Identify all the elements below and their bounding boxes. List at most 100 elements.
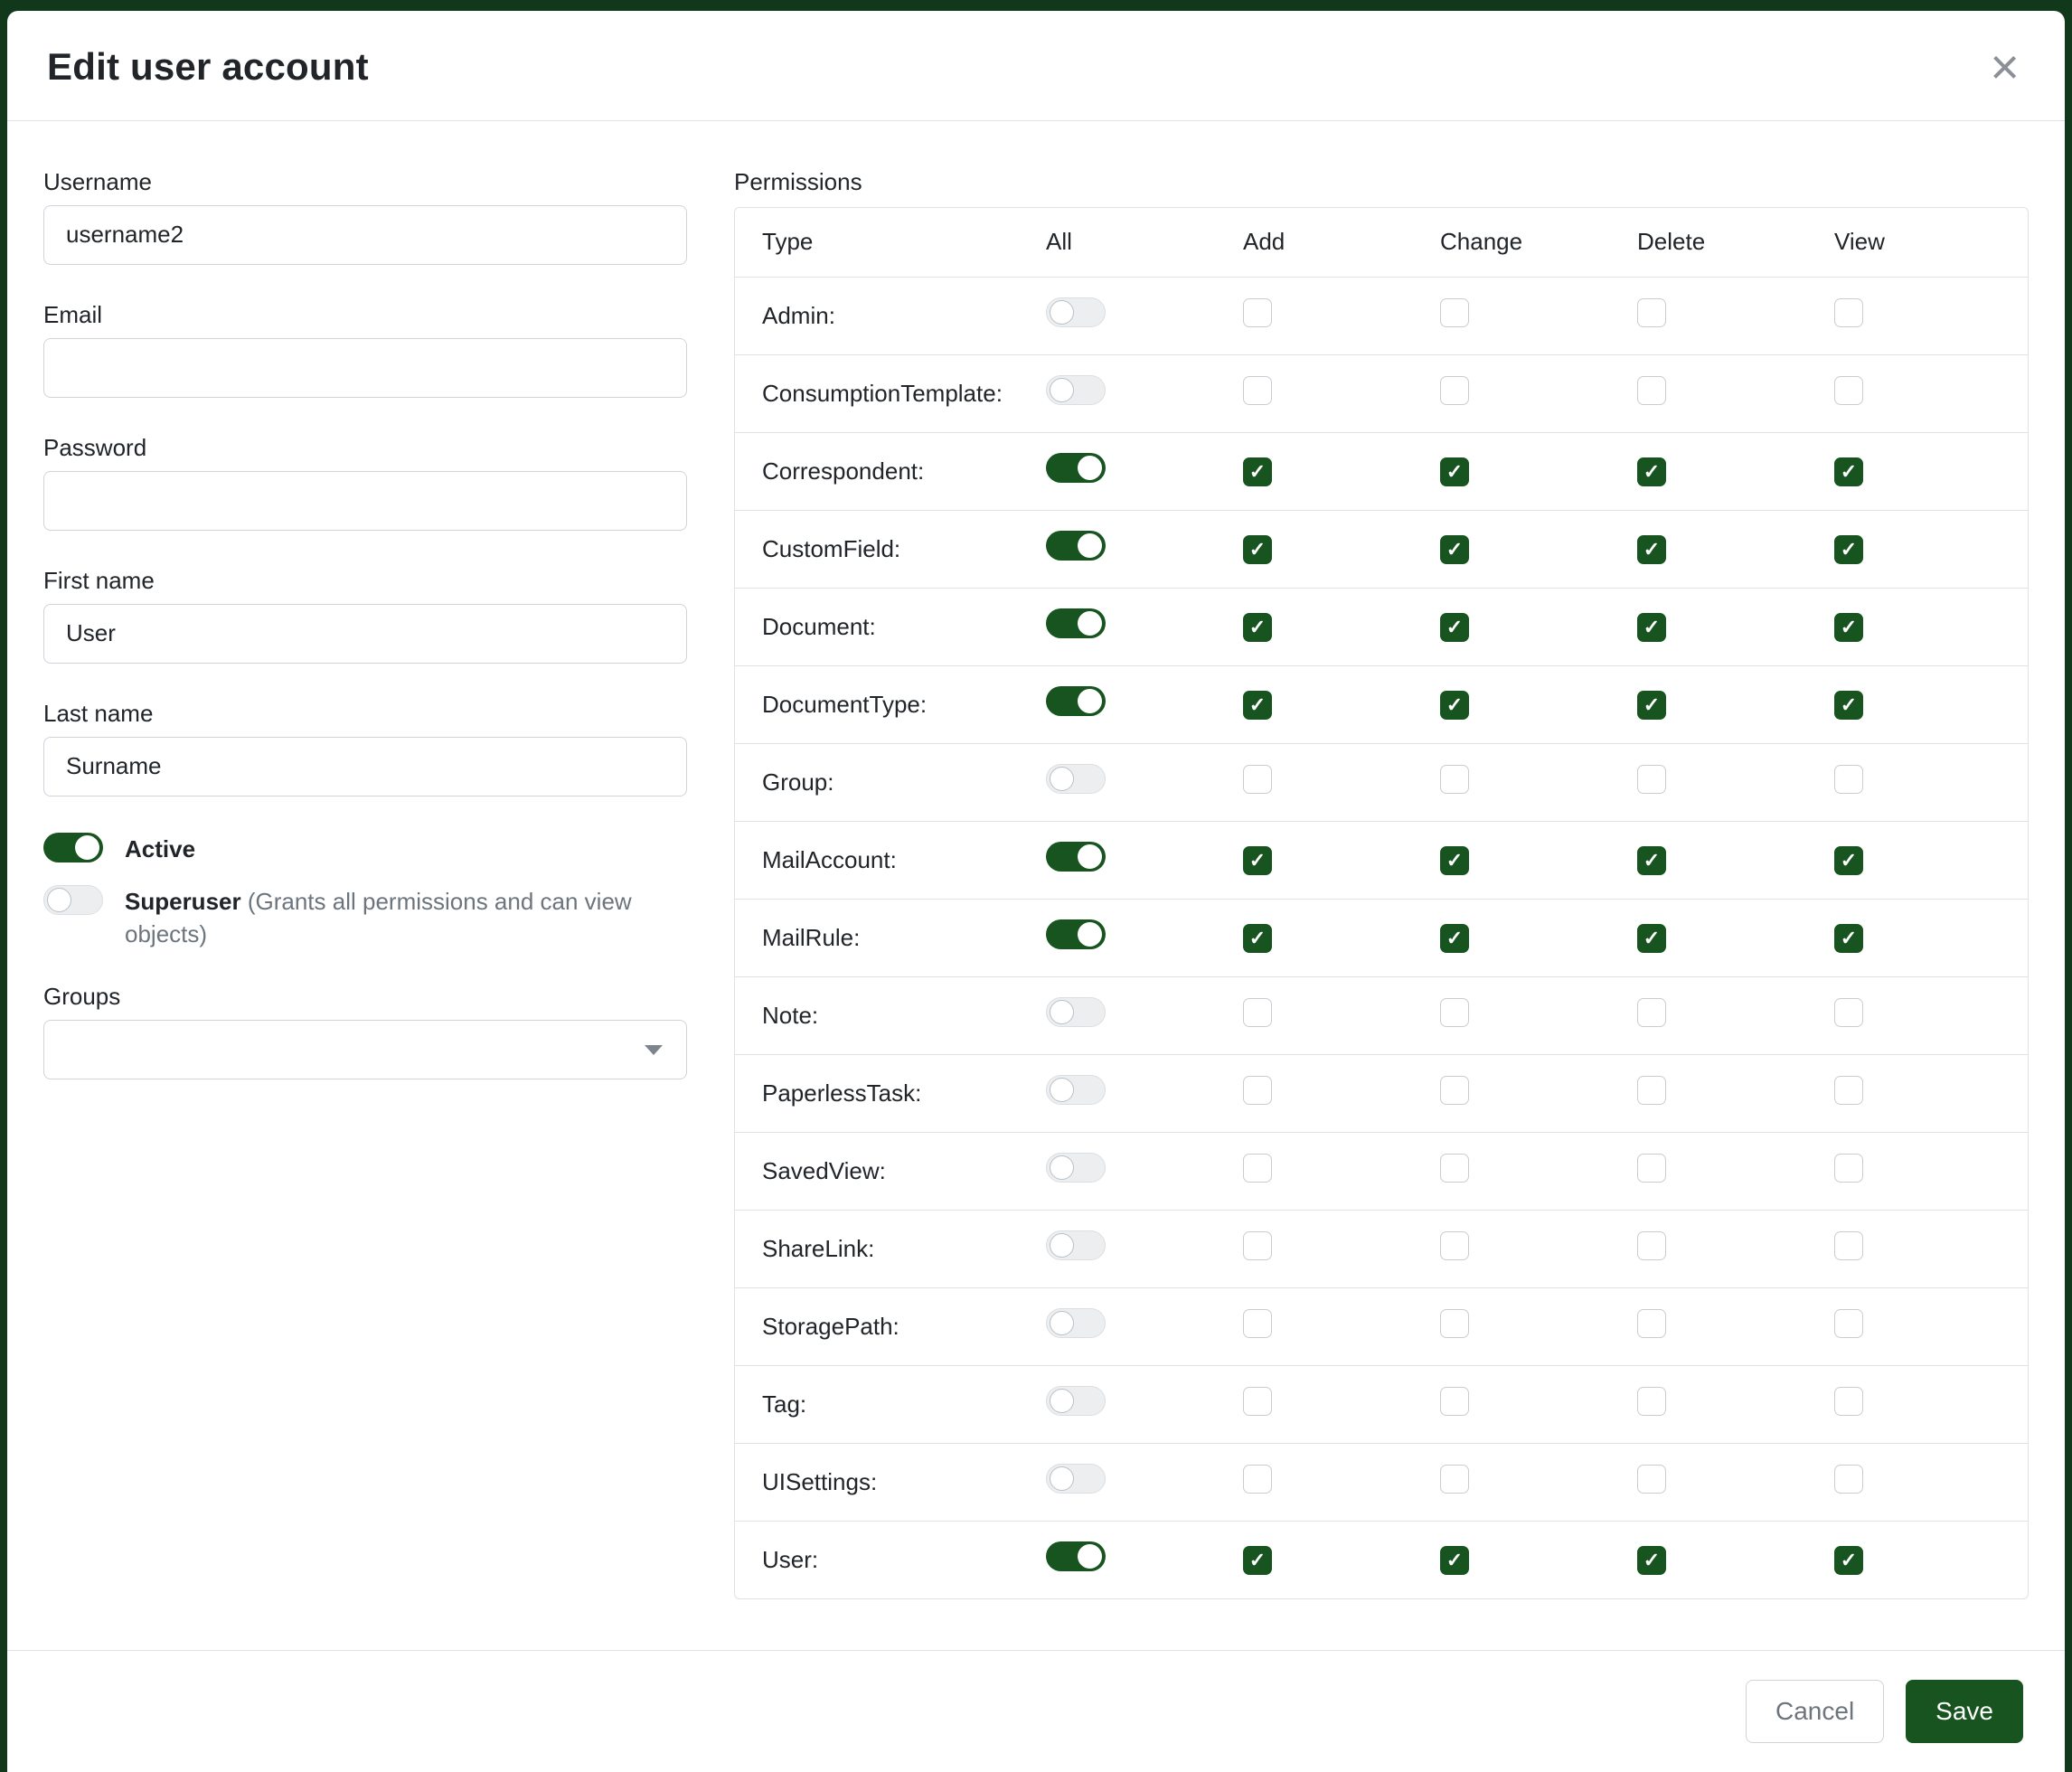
last-name-input[interactable] <box>43 737 687 796</box>
perm-change-checkbox[interactable] <box>1440 1231 1469 1260</box>
perm-add-checkbox[interactable] <box>1243 1465 1272 1494</box>
perm-delete-checkbox[interactable] <box>1637 765 1666 794</box>
perm-add-checkbox[interactable] <box>1243 298 1272 327</box>
toggle-knob <box>1078 844 1102 869</box>
perm-all-toggle[interactable] <box>1046 1541 1106 1571</box>
perm-delete-checkbox[interactable] <box>1637 1465 1666 1494</box>
perm-change-checkbox[interactable] <box>1440 298 1469 327</box>
save-button[interactable]: Save <box>1906 1680 2023 1743</box>
perm-change-checkbox[interactable] <box>1440 1154 1469 1183</box>
perm-view-checkbox[interactable] <box>1834 1309 1863 1338</box>
email-input[interactable] <box>43 338 687 398</box>
perm-view-checkbox[interactable]: ✓ <box>1834 613 1863 642</box>
perm-row-mailaccount: MailAccount:✓✓✓✓ <box>735 821 2028 899</box>
perm-all-toggle[interactable] <box>1046 531 1106 561</box>
perm-add-checkbox[interactable] <box>1243 1387 1272 1416</box>
perm-view-checkbox[interactable] <box>1834 1465 1863 1494</box>
perm-view-checkbox[interactable] <box>1834 1076 1863 1105</box>
perm-view-checkbox[interactable] <box>1834 998 1863 1027</box>
perm-all-toggle[interactable] <box>1046 686 1106 716</box>
perm-all-toggle[interactable] <box>1046 764 1106 794</box>
perm-change-checkbox[interactable]: ✓ <box>1440 613 1469 642</box>
perm-all-toggle[interactable] <box>1046 1308 1106 1338</box>
perm-change-checkbox[interactable] <box>1440 1309 1469 1338</box>
perm-change-checkbox[interactable]: ✓ <box>1440 457 1469 486</box>
perm-all-toggle[interactable] <box>1046 375 1106 405</box>
perm-add-checkbox[interactable]: ✓ <box>1243 924 1272 953</box>
perm-add-checkbox[interactable] <box>1243 765 1272 794</box>
perm-delete-checkbox[interactable]: ✓ <box>1637 613 1666 642</box>
perm-add-checkbox[interactable] <box>1243 1076 1272 1105</box>
perm-add-checkbox[interactable] <box>1243 1309 1272 1338</box>
perm-change-checkbox[interactable] <box>1440 1387 1469 1416</box>
perm-view-checkbox[interactable]: ✓ <box>1834 535 1863 564</box>
perm-add-checkbox[interactable]: ✓ <box>1243 613 1272 642</box>
perm-change-checkbox[interactable]: ✓ <box>1440 535 1469 564</box>
perm-delete-checkbox[interactable]: ✓ <box>1637 457 1666 486</box>
email-label: Email <box>43 301 687 329</box>
perm-delete-checkbox[interactable] <box>1637 1154 1666 1183</box>
perm-view-checkbox[interactable] <box>1834 376 1863 405</box>
perm-add-checkbox[interactable]: ✓ <box>1243 1546 1272 1575</box>
perm-all-toggle[interactable] <box>1046 997 1106 1027</box>
perm-delete-checkbox[interactable] <box>1637 1231 1666 1260</box>
perm-all-toggle[interactable] <box>1046 608 1106 638</box>
perm-all-toggle[interactable] <box>1046 1464 1106 1494</box>
perm-view-checkbox[interactable] <box>1834 1154 1863 1183</box>
perm-all-toggle[interactable] <box>1046 1153 1106 1183</box>
perm-delete-checkbox[interactable] <box>1637 1309 1666 1338</box>
password-input[interactable] <box>43 471 687 531</box>
perm-delete-checkbox[interactable]: ✓ <box>1637 535 1666 564</box>
perm-view-checkbox[interactable] <box>1834 1231 1863 1260</box>
perm-delete-checkbox[interactable]: ✓ <box>1637 846 1666 875</box>
perm-view-checkbox[interactable] <box>1834 1387 1863 1416</box>
perm-view-checkbox[interactable]: ✓ <box>1834 1546 1863 1575</box>
perm-delete-checkbox[interactable] <box>1637 1387 1666 1416</box>
superuser-toggle[interactable] <box>43 885 103 915</box>
active-label: Active <box>125 833 195 865</box>
perm-all-toggle[interactable] <box>1046 1386 1106 1416</box>
perm-add-checkbox[interactable]: ✓ <box>1243 846 1272 875</box>
perm-all-toggle[interactable] <box>1046 919 1106 949</box>
perm-change-checkbox[interactable] <box>1440 1465 1469 1494</box>
perm-delete-checkbox[interactable] <box>1637 298 1666 327</box>
cancel-button[interactable]: Cancel <box>1746 1680 1884 1743</box>
perm-delete-checkbox[interactable]: ✓ <box>1637 924 1666 953</box>
perm-add-checkbox[interactable]: ✓ <box>1243 457 1272 486</box>
perm-all-toggle[interactable] <box>1046 1075 1106 1105</box>
perm-view-checkbox[interactable]: ✓ <box>1834 457 1863 486</box>
perm-view-checkbox[interactable]: ✓ <box>1834 846 1863 875</box>
close-icon[interactable]: × <box>1984 45 2025 90</box>
perm-change-checkbox[interactable]: ✓ <box>1440 846 1469 875</box>
perm-view-checkbox[interactable]: ✓ <box>1834 691 1863 720</box>
perm-delete-checkbox[interactable]: ✓ <box>1637 691 1666 720</box>
first-name-input[interactable] <box>43 604 687 664</box>
perm-change-checkbox[interactable] <box>1440 1076 1469 1105</box>
perm-change-checkbox[interactable]: ✓ <box>1440 691 1469 720</box>
perm-view-checkbox[interactable] <box>1834 765 1863 794</box>
perm-change-checkbox[interactable] <box>1440 765 1469 794</box>
perm-all-toggle[interactable] <box>1046 453 1106 483</box>
perm-delete-checkbox[interactable]: ✓ <box>1637 1546 1666 1575</box>
perm-view-checkbox[interactable]: ✓ <box>1834 924 1863 953</box>
perm-add-checkbox[interactable]: ✓ <box>1243 691 1272 720</box>
perm-change-checkbox[interactable]: ✓ <box>1440 1546 1469 1575</box>
perm-add-checkbox[interactable] <box>1243 376 1272 405</box>
perm-all-toggle[interactable] <box>1046 297 1106 327</box>
username-input[interactable] <box>43 205 687 265</box>
perm-all-toggle[interactable] <box>1046 842 1106 872</box>
groups-select[interactable] <box>43 1020 687 1079</box>
perm-delete-checkbox[interactable] <box>1637 376 1666 405</box>
perm-delete-checkbox[interactable] <box>1637 1076 1666 1105</box>
perm-change-checkbox[interactable] <box>1440 376 1469 405</box>
perm-all-toggle[interactable] <box>1046 1230 1106 1260</box>
active-toggle[interactable] <box>43 833 103 862</box>
perm-add-checkbox[interactable] <box>1243 1231 1272 1260</box>
perm-add-checkbox[interactable] <box>1243 1154 1272 1183</box>
perm-view-checkbox[interactable] <box>1834 298 1863 327</box>
perm-delete-checkbox[interactable] <box>1637 998 1666 1027</box>
perm-add-checkbox[interactable]: ✓ <box>1243 535 1272 564</box>
perm-add-checkbox[interactable] <box>1243 998 1272 1027</box>
perm-change-checkbox[interactable] <box>1440 998 1469 1027</box>
perm-change-checkbox[interactable]: ✓ <box>1440 924 1469 953</box>
